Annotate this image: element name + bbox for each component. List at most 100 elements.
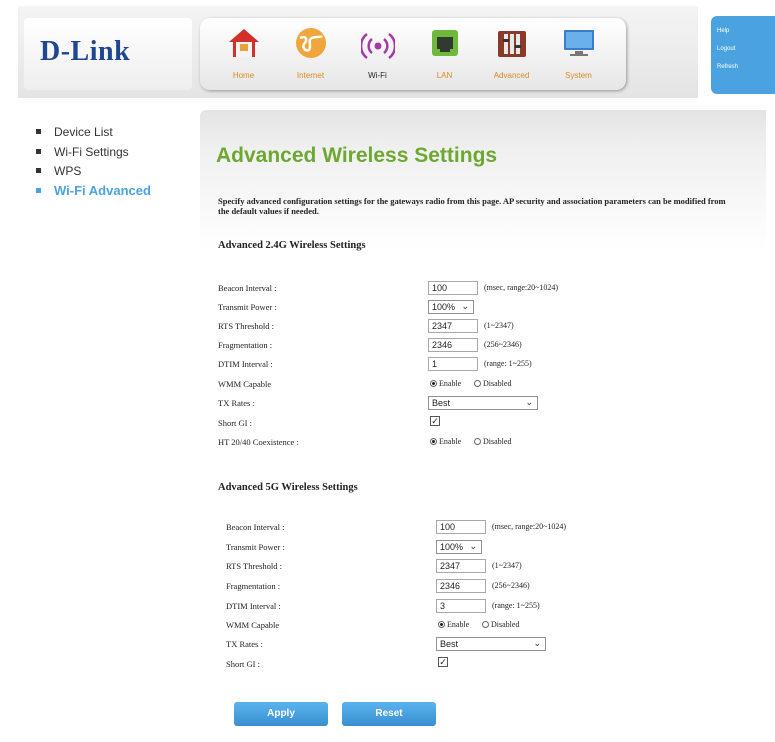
wmm-label-24g: WMM Capable: [218, 379, 272, 389]
row-beacon-24g: Beacon Interval : 100 (msec, range:20~10…: [218, 281, 738, 297]
main-content: Advanced Wireless Settings Specify advan…: [192, 110, 775, 742]
power-select-5g[interactable]: 100% ⌄: [436, 540, 482, 554]
chevron-down-icon: ⌄: [533, 638, 541, 648]
nav-label-wifi: Wi-Fi: [368, 71, 387, 80]
wmm-disable-radio-24g[interactable]: Disabled: [474, 379, 511, 388]
lan-icon: [431, 30, 458, 56]
sidebar-item-wps[interactable]: WPS: [36, 163, 196, 183]
sgi-checkbox-24g[interactable]: ✓: [430, 416, 440, 426]
tx-label-24g: TX Rates :: [218, 398, 255, 408]
ht-enable-radio-24g[interactable]: Enable: [430, 437, 461, 446]
radio-selected-icon: [430, 438, 437, 445]
monitor-icon: [563, 30, 594, 56]
row-power-5g: Transmit Power : 100% ⌄: [226, 540, 746, 556]
sidebar-item-device-list[interactable]: Device List: [36, 124, 196, 144]
frag-hint-24g: (256~2346): [484, 340, 522, 349]
chevron-down-icon: ⌄: [461, 301, 469, 311]
sidebar-item-wifi-settings[interactable]: Wi-Fi Settings: [36, 144, 196, 164]
home-icon: [228, 29, 259, 57]
beacon-hint-24g: (msec, range:20~1024): [484, 283, 559, 292]
rts-label-5g: RTS Threshold :: [226, 561, 283, 571]
power-label-24g: Transmit Power :: [218, 302, 277, 312]
page-title: Advanced Wireless Settings: [216, 144, 498, 167]
dtim-input-5g[interactable]: 3: [436, 599, 486, 613]
tx-select-5g[interactable]: Best ⌄: [436, 637, 546, 651]
row-beacon-5g: Beacon Interval : 100 (msec, range:20~10…: [226, 520, 746, 536]
radio-unselected-icon: [474, 438, 481, 445]
nav-label-internet: Internet: [296, 71, 325, 80]
power-value-5g: 100%: [440, 542, 464, 552]
nav-label-home: Home: [232, 71, 255, 80]
dtim-hint-5g: (range: 1~255): [492, 601, 540, 610]
frag-label-5g: Fragmentation :: [226, 581, 281, 591]
power-label-5g: Transmit Power :: [226, 542, 285, 552]
tx-label-5g: TX Rates :: [226, 639, 263, 649]
row-rts-24g: RTS Threshold : 2347 (1~2347): [218, 319, 738, 335]
wmm-disable-label-5g: Disabled: [491, 620, 520, 629]
radio-selected-icon: [438, 621, 445, 628]
nav-item-internet[interactable]: Internet: [277, 18, 344, 90]
rts-input-5g[interactable]: 2347: [436, 559, 486, 573]
main-nav: Home Internet Wi-Fi LAN Advanced System: [200, 18, 626, 90]
rts-hint-24g: (1~2347): [484, 321, 514, 330]
wmm-enable-radio-5g[interactable]: Enable: [438, 620, 469, 629]
tx-value-5g: Best: [440, 639, 459, 649]
row-wmm-24g: WMM Capable Enable Disabled: [218, 377, 738, 393]
row-sgi-24g: Short GI : ✓: [218, 416, 738, 432]
row-frag-24g: Fragmentation : 2346 (256~2346): [218, 338, 738, 354]
rts-input-24g[interactable]: 2347: [428, 319, 478, 333]
beacon-label-24g: Beacon Interval :: [218, 283, 277, 293]
row-dtim-24g: DTIM Interval : 1 (range: 1~255): [218, 357, 738, 373]
nav-label-lan: LAN: [436, 71, 453, 80]
frag-input-5g[interactable]: 2346: [436, 579, 486, 593]
frag-input-24g[interactable]: 2346: [428, 338, 478, 352]
reset-button[interactable]: Reset: [342, 702, 436, 726]
nav-item-system[interactable]: System: [545, 18, 612, 90]
rts-label-24g: RTS Threshold :: [218, 321, 275, 331]
apply-button[interactable]: Apply: [234, 702, 328, 726]
ht-enable-label-24g: Enable: [439, 437, 462, 446]
tools-icon: [497, 31, 526, 57]
frag-hint-5g: (256~2346): [492, 581, 530, 590]
row-tx-5g: TX Rates : Best ⌄: [226, 637, 746, 653]
globe-icon: [295, 28, 326, 58]
wmm-disable-radio-5g[interactable]: Disabled: [482, 620, 519, 629]
nav-item-advanced[interactable]: Advanced: [478, 18, 545, 90]
help-link[interactable]: Help: [717, 22, 769, 40]
refresh-link[interactable]: Refresh: [717, 58, 769, 76]
sgi-label-5g: Short GI :: [226, 659, 260, 669]
beacon-input-5g[interactable]: 100: [436, 520, 486, 534]
power-select-24g[interactable]: 100% ⌄: [428, 300, 474, 314]
beacon-hint-5g: (msec, range:20~1024): [492, 522, 567, 531]
dtim-input-24g[interactable]: 1: [428, 357, 478, 371]
row-ht-24g: HT 20/40 Coexistence : Enable Disabled: [218, 435, 738, 451]
row-tx-24g: TX Rates : Best ⌄: [218, 396, 738, 412]
section-heading-5g: Advanced 5G Wireless Settings: [218, 482, 358, 493]
wmm-enable-radio-24g[interactable]: Enable: [430, 379, 461, 388]
chevron-down-icon: ⌄: [469, 541, 477, 551]
nav-item-wifi[interactable]: Wi-Fi: [344, 18, 411, 90]
ht-disable-radio-24g[interactable]: Disabled: [474, 437, 511, 446]
beacon-label-5g: Beacon Interval :: [226, 522, 285, 532]
nav-item-home[interactable]: Home: [210, 18, 277, 90]
tx-select-24g[interactable]: Best ⌄: [428, 396, 538, 410]
nav-item-lan[interactable]: LAN: [411, 18, 478, 90]
beacon-input-24g[interactable]: 100: [428, 281, 478, 295]
radio-unselected-icon: [482, 621, 489, 628]
rts-hint-5g: (1~2347): [492, 561, 522, 570]
sgi-label-24g: Short GI :: [218, 418, 252, 428]
sidebar-item-wifi-advanced[interactable]: Wi-Fi Advanced: [36, 183, 196, 203]
chevron-down-icon: ⌄: [525, 397, 533, 407]
dtim-label-5g: DTIM Interval :: [226, 601, 281, 611]
row-dtim-5g: DTIM Interval : 3 (range: 1~255): [226, 599, 746, 615]
logout-link[interactable]: Logout: [717, 40, 769, 58]
wmm-enable-label-5g: Enable: [447, 620, 470, 629]
wifi-icon: [360, 33, 395, 59]
tx-value-24g: Best: [432, 398, 451, 408]
row-frag-5g: Fragmentation : 2346 (256~2346): [226, 579, 746, 595]
row-power-24g: Transmit Power : 100% ⌄: [218, 300, 738, 316]
wmm-enable-label-24g: Enable: [439, 379, 462, 388]
ht-disable-label-24g: Disabled: [483, 437, 512, 446]
sgi-checkbox-5g[interactable]: ✓: [438, 657, 448, 667]
page-intro: Specify advanced configuration settings …: [218, 196, 726, 216]
